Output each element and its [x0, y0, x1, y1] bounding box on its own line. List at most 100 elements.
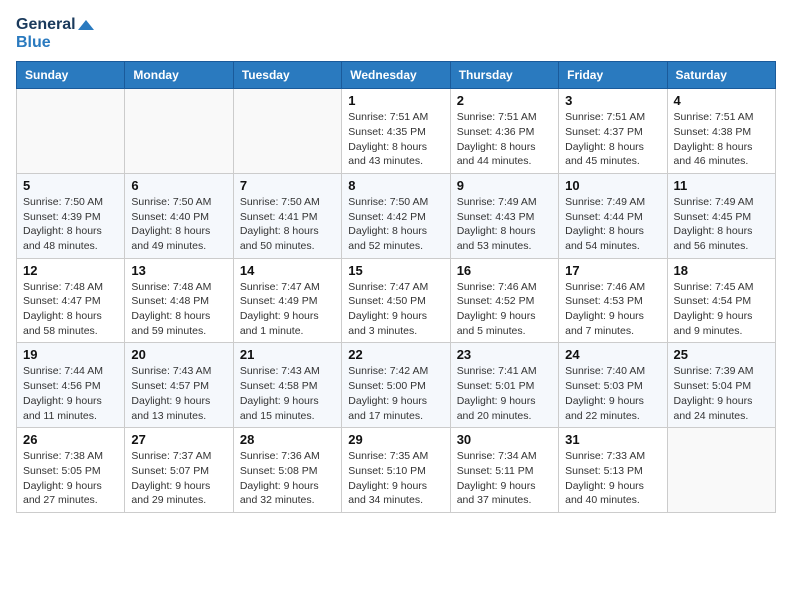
day-info: Sunrise: 7:50 AMSunset: 4:42 PMDaylight:… — [348, 195, 443, 254]
day-number: 18 — [674, 263, 769, 278]
day-number: 10 — [565, 178, 660, 193]
day-info: Sunrise: 7:39 AMSunset: 5:04 PMDaylight:… — [674, 364, 769, 423]
day-info: Sunrise: 7:47 AMSunset: 4:49 PMDaylight:… — [240, 280, 335, 339]
day-info: Sunrise: 7:47 AMSunset: 4:50 PMDaylight:… — [348, 280, 443, 339]
calendar-cell: 16 Sunrise: 7:46 AMSunset: 4:52 PMDayligh… — [450, 258, 558, 343]
day-number: 8 — [348, 178, 443, 193]
day-info: Sunrise: 7:34 AMSunset: 5:11 PMDaylight:… — [457, 449, 552, 508]
calendar-table: SundayMondayTuesdayWednesdayThursdayFrid… — [16, 61, 776, 513]
calendar-cell — [233, 89, 341, 174]
day-info: Sunrise: 7:50 AMSunset: 4:40 PMDaylight:… — [131, 195, 226, 254]
calendar-cell — [17, 89, 125, 174]
day-info: Sunrise: 7:45 AMSunset: 4:54 PMDaylight:… — [674, 280, 769, 339]
day-info: Sunrise: 7:51 AMSunset: 4:36 PMDaylight:… — [457, 110, 552, 169]
day-info: Sunrise: 7:37 AMSunset: 5:07 PMDaylight:… — [131, 449, 226, 508]
calendar-cell: 31 Sunrise: 7:33 AMSunset: 5:13 PMDayligh… — [559, 428, 667, 513]
day-number: 20 — [131, 347, 226, 362]
day-info: Sunrise: 7:51 AMSunset: 4:35 PMDaylight:… — [348, 110, 443, 169]
weekday-header-wednesday: Wednesday — [342, 62, 450, 89]
calendar-cell: 30 Sunrise: 7:34 AMSunset: 5:11 PMDayligh… — [450, 428, 558, 513]
calendar-body: 1Sunrise: 7:51 AMSunset: 4:35 PMDaylight… — [17, 89, 776, 513]
day-info: Sunrise: 7:43 AMSunset: 4:57 PMDaylight:… — [131, 364, 226, 423]
day-number: 31 — [565, 432, 660, 447]
day-number: 11 — [674, 178, 769, 193]
calendar-cell: 18 Sunrise: 7:45 AMSunset: 4:54 PMDayligh… — [667, 258, 775, 343]
calendar-cell — [667, 428, 775, 513]
day-number: 9 — [457, 178, 552, 193]
calendar-cell: 11 Sunrise: 7:49 AMSunset: 4:45 PMDayligh… — [667, 173, 775, 258]
day-number: 14 — [240, 263, 335, 278]
day-info: Sunrise: 7:46 AMSunset: 4:53 PMDaylight:… — [565, 280, 660, 339]
calendar-cell: 1Sunrise: 7:51 AMSunset: 4:35 PMDaylight… — [342, 89, 450, 174]
weekday-header-tuesday: Tuesday — [233, 62, 341, 89]
logo: General Blue — [16, 16, 94, 51]
calendar-cell: 22Sunrise: 7:42 AMSunset: 5:00 PMDayligh… — [342, 343, 450, 428]
day-info: Sunrise: 7:33 AMSunset: 5:13 PMDaylight:… — [565, 449, 660, 508]
calendar-cell: 27 Sunrise: 7:37 AMSunset: 5:07 PMDayligh… — [125, 428, 233, 513]
calendar-cell: 29Sunrise: 7:35 AMSunset: 5:10 PMDayligh… — [342, 428, 450, 513]
day-info: Sunrise: 7:48 AMSunset: 4:48 PMDaylight:… — [131, 280, 226, 339]
day-info: Sunrise: 7:50 AMSunset: 4:41 PMDaylight:… — [240, 195, 335, 254]
day-number: 24 — [565, 347, 660, 362]
weekday-header-friday: Friday — [559, 62, 667, 89]
day-info: Sunrise: 7:46 AMSunset: 4:52 PMDaylight:… — [457, 280, 552, 339]
day-info: Sunrise: 7:40 AMSunset: 5:03 PMDaylight:… — [565, 364, 660, 423]
calendar-cell: 15 Sunrise: 7:47 AMSunset: 4:50 PMDayligh… — [342, 258, 450, 343]
day-number: 6 — [131, 178, 226, 193]
day-info: Sunrise: 7:43 AMSunset: 4:58 PMDaylight:… — [240, 364, 335, 423]
page-header: General Blue — [16, 16, 776, 51]
day-number: 19 — [23, 347, 118, 362]
calendar-cell: 7Sunrise: 7:50 AMSunset: 4:41 PMDaylight… — [233, 173, 341, 258]
day-number: 16 — [457, 263, 552, 278]
calendar-cell: 10 Sunrise: 7:49 AMSunset: 4:44 PMDayligh… — [559, 173, 667, 258]
calendar-cell: 4 Sunrise: 7:51 AMSunset: 4:38 PMDaylight… — [667, 89, 775, 174]
day-info: Sunrise: 7:51 AMSunset: 4:37 PMDaylight:… — [565, 110, 660, 169]
weekday-header-thursday: Thursday — [450, 62, 558, 89]
calendar-cell: 25 Sunrise: 7:39 AMSunset: 5:04 PMDayligh… — [667, 343, 775, 428]
calendar-cell: 19 Sunrise: 7:44 AMSunset: 4:56 PMDayligh… — [17, 343, 125, 428]
day-number: 5 — [23, 178, 118, 193]
day-info: Sunrise: 7:50 AMSunset: 4:39 PMDaylight:… — [23, 195, 118, 254]
day-info: Sunrise: 7:41 AMSunset: 5:01 PMDaylight:… — [457, 364, 552, 423]
calendar-week-1: 1Sunrise: 7:51 AMSunset: 4:35 PMDaylight… — [17, 89, 776, 174]
calendar-cell: 21Sunrise: 7:43 AMSunset: 4:58 PMDayligh… — [233, 343, 341, 428]
day-number: 23 — [457, 347, 552, 362]
day-number: 12 — [23, 263, 118, 278]
calendar-cell: 3 Sunrise: 7:51 AMSunset: 4:37 PMDaylight… — [559, 89, 667, 174]
day-info: Sunrise: 7:36 AMSunset: 5:08 PMDaylight:… — [240, 449, 335, 508]
calendar-cell: 28 Sunrise: 7:36 AMSunset: 5:08 PMDayligh… — [233, 428, 341, 513]
day-number: 2 — [457, 93, 552, 108]
day-info: Sunrise: 7:48 AMSunset: 4:47 PMDaylight:… — [23, 280, 118, 339]
day-info: Sunrise: 7:49 AMSunset: 4:45 PMDaylight:… — [674, 195, 769, 254]
calendar-cell: 24 Sunrise: 7:40 AMSunset: 5:03 PMDayligh… — [559, 343, 667, 428]
day-number: 25 — [674, 347, 769, 362]
weekday-header-row: SundayMondayTuesdayWednesdayThursdayFrid… — [17, 62, 776, 89]
day-info: Sunrise: 7:42 AMSunset: 5:00 PMDaylight:… — [348, 364, 443, 423]
calendar-cell: 5 Sunrise: 7:50 AMSunset: 4:39 PMDaylight… — [17, 173, 125, 258]
calendar-cell: 26 Sunrise: 7:38 AMSunset: 5:05 PMDayligh… — [17, 428, 125, 513]
day-number: 27 — [131, 432, 226, 447]
day-number: 28 — [240, 432, 335, 447]
calendar-week-5: 26 Sunrise: 7:38 AMSunset: 5:05 PMDayligh… — [17, 428, 776, 513]
calendar-cell: 13 Sunrise: 7:48 AMSunset: 4:48 PMDayligh… — [125, 258, 233, 343]
calendar-cell: 17 Sunrise: 7:46 AMSunset: 4:53 PMDayligh… — [559, 258, 667, 343]
day-info: Sunrise: 7:49 AMSunset: 4:44 PMDaylight:… — [565, 195, 660, 254]
logo-svg: General Blue — [16, 16, 94, 51]
day-number: 3 — [565, 93, 660, 108]
day-info: Sunrise: 7:51 AMSunset: 4:38 PMDaylight:… — [674, 110, 769, 169]
day-number: 26 — [23, 432, 118, 447]
day-number: 15 — [348, 263, 443, 278]
calendar-cell: 2 Sunrise: 7:51 AMSunset: 4:36 PMDaylight… — [450, 89, 558, 174]
weekday-header-monday: Monday — [125, 62, 233, 89]
day-number: 30 — [457, 432, 552, 447]
day-number: 4 — [674, 93, 769, 108]
day-info: Sunrise: 7:35 AMSunset: 5:10 PMDaylight:… — [348, 449, 443, 508]
day-info: Sunrise: 7:44 AMSunset: 4:56 PMDaylight:… — [23, 364, 118, 423]
day-number: 17 — [565, 263, 660, 278]
day-number: 13 — [131, 263, 226, 278]
calendar-cell: 23 Sunrise: 7:41 AMSunset: 5:01 PMDayligh… — [450, 343, 558, 428]
calendar-week-3: 12 Sunrise: 7:48 AMSunset: 4:47 PMDayligh… — [17, 258, 776, 343]
day-info: Sunrise: 7:38 AMSunset: 5:05 PMDaylight:… — [23, 449, 118, 508]
calendar-cell: 14 Sunrise: 7:47 AMSunset: 4:49 PMDayligh… — [233, 258, 341, 343]
calendar-cell: 9Sunrise: 7:49 AMSunset: 4:43 PMDaylight… — [450, 173, 558, 258]
